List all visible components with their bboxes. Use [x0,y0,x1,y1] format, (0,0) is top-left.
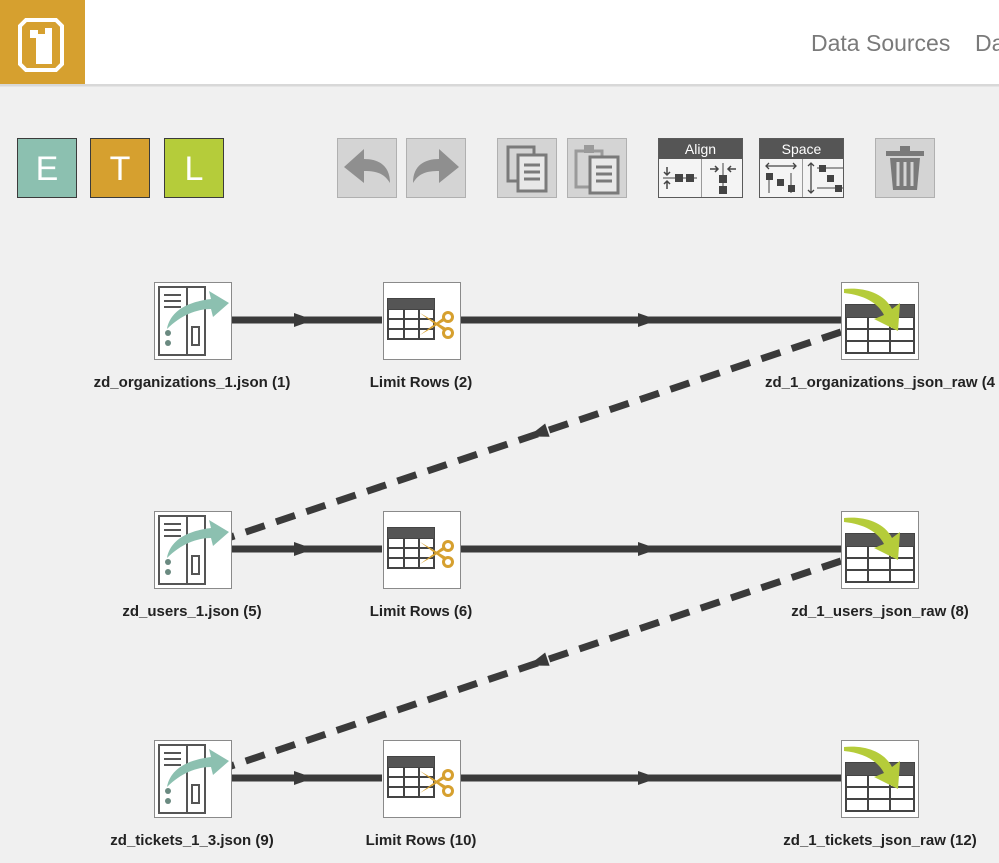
redo-button[interactable] [406,138,466,198]
space-label: Space [760,139,843,159]
source-node[interactable] [154,511,232,589]
limit-rows-label: Limit Rows (10) [365,832,477,849]
sub-toolbar [0,86,999,132]
source-node[interactable] [154,740,232,818]
table-load-icon [844,517,915,583]
server-source-icon [158,744,229,814]
table-scissors-icon [387,527,454,569]
top-bar: Data Sources Da [0,0,999,86]
trash-icon [886,146,924,190]
target-node[interactable] [841,282,919,360]
copy-icon [506,145,548,193]
table-scissors-icon [387,756,454,798]
align-horizontal-icon [710,163,736,194]
limit-rows-label: Limit Rows (6) [369,603,473,620]
server-source-icon [158,286,229,356]
limit-rows-node[interactable] [383,511,461,589]
load-button[interactable]: L [164,138,224,198]
app-logo-icon[interactable] [0,0,85,84]
redo-icon [413,149,459,183]
align-label: Align [659,139,742,159]
limit-rows-node[interactable] [383,740,461,818]
align-group: Align [658,138,743,198]
align-vertical-button[interactable] [659,159,702,197]
align-horizontal-button[interactable] [702,159,744,197]
undo-icon [344,149,390,183]
target-node[interactable] [841,511,919,589]
delete-button[interactable] [875,138,935,198]
paste-icon [574,145,620,195]
table-load-icon [844,746,915,812]
table-load-icon [844,288,915,354]
space-group: Space [759,138,844,198]
space-vertical-button[interactable] [803,159,845,197]
target-node-label: zd_1_users_json_raw (8) [791,603,969,620]
extract-button[interactable]: E [17,138,77,198]
target-node-label: zd_1_tickets_json_raw (12) [783,832,977,849]
source-node-label: zd_organizations_1.json (1) [93,374,291,391]
paste-button[interactable] [567,138,627,198]
limit-rows-label: Limit Rows (2) [369,374,473,391]
space-vertical-icon [807,162,843,194]
target-node-label: zd_1_organizations_json_raw (4 [764,374,996,391]
nav-data-sources[interactable]: Data Sources [811,30,950,57]
source-node[interactable] [154,282,232,360]
nav-item-truncated[interactable]: Da [975,30,999,57]
table-scissors-icon [387,298,454,340]
space-horizontal-button[interactable] [760,159,803,197]
transform-button[interactable]: T [90,138,150,198]
limit-rows-node[interactable] [383,282,461,360]
source-node-label: zd_tickets_1_3.json (9) [110,832,274,849]
space-horizontal-icon [765,162,797,193]
source-node-label: zd_users_1.json (5) [122,603,262,620]
undo-button[interactable] [337,138,397,198]
server-source-icon [158,515,229,585]
align-vertical-icon [663,167,697,189]
target-node[interactable] [841,740,919,818]
copy-button[interactable] [497,138,557,198]
